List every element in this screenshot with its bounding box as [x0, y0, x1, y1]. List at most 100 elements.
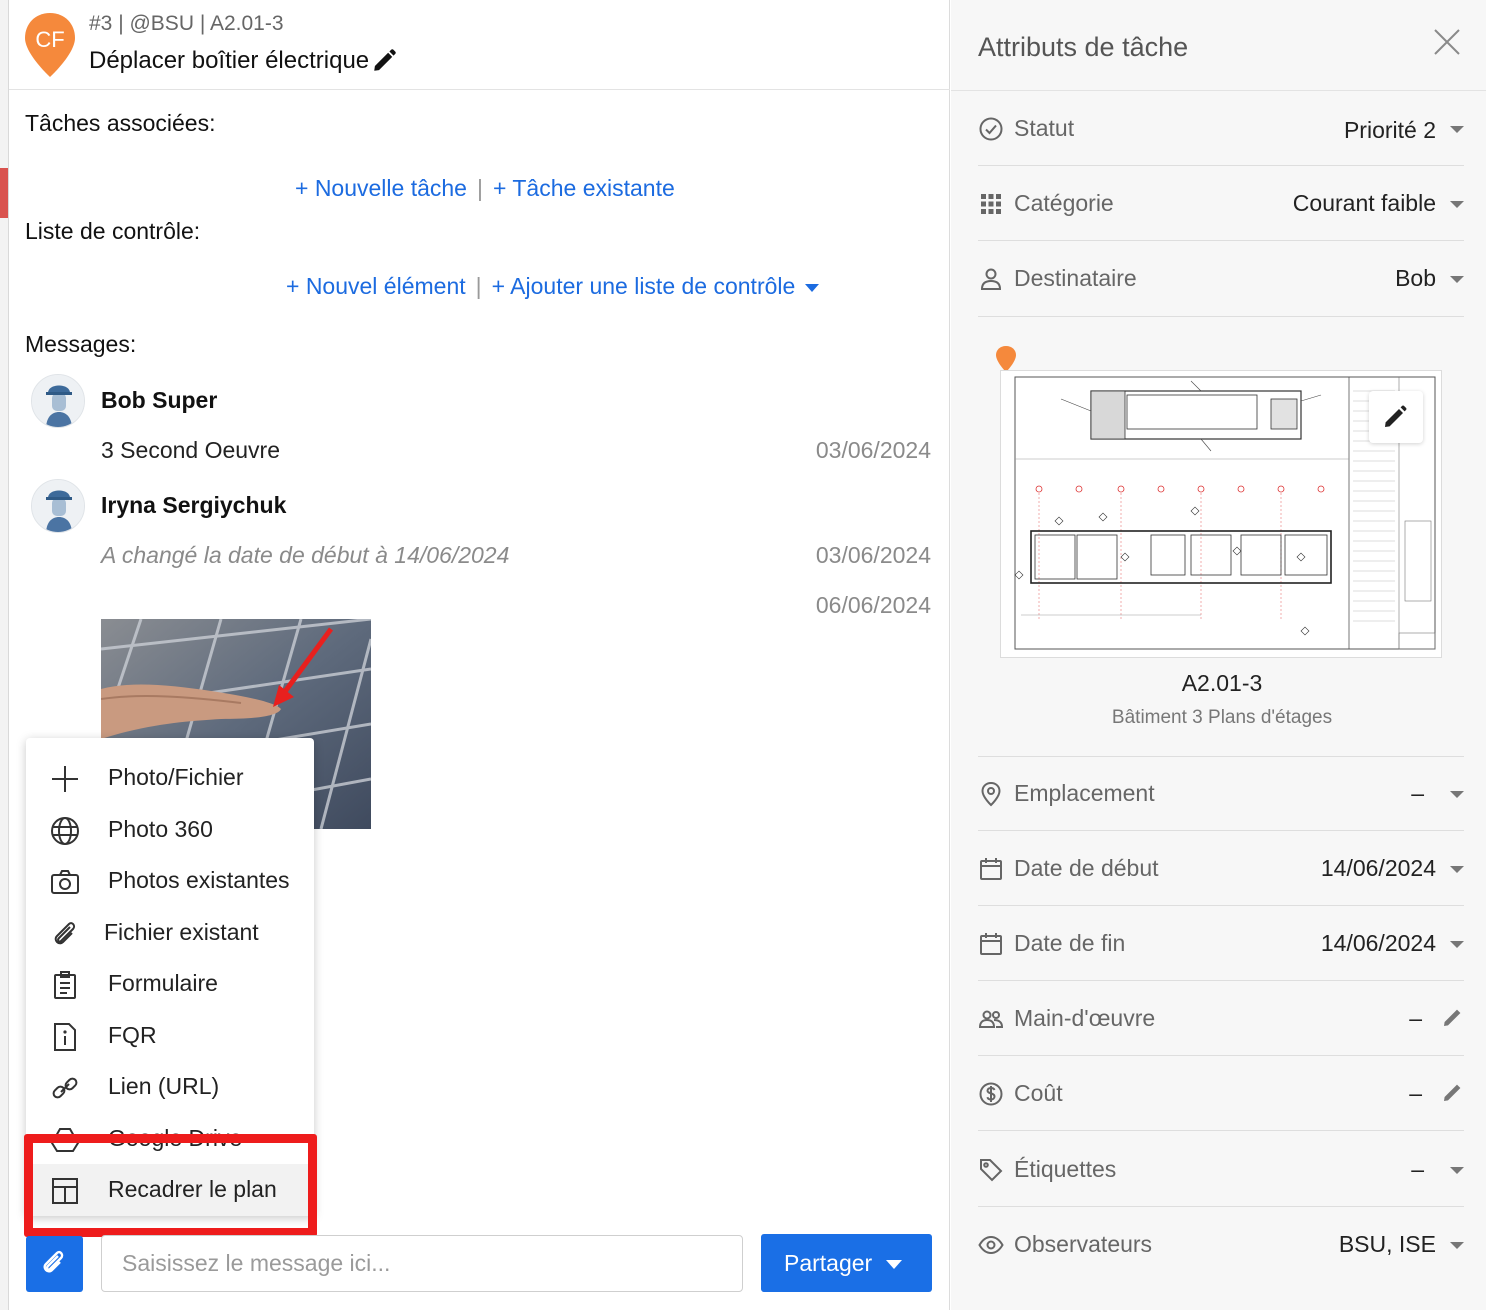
chevron-down-icon	[1450, 276, 1464, 283]
menu-item-fqr[interactable]: FQR	[26, 1010, 314, 1062]
attr-label: Destinataire	[1014, 265, 1137, 291]
paperclip-icon	[43, 1250, 64, 1273]
calendar-icon	[980, 933, 1002, 955]
menu-item-label: Photo 360	[108, 816, 213, 842]
person-icon	[980, 268, 1002, 290]
attr-value: BSU, ISE	[1338, 1231, 1436, 1257]
pencil-icon[interactable]	[1442, 1006, 1464, 1028]
link-separator: |	[476, 175, 483, 201]
chevron-down-icon	[1450, 126, 1464, 133]
worker-avatar-icon	[32, 480, 84, 532]
message-text: A changé la date de début à 14/06/2024	[101, 542, 510, 568]
menu-item-label: Lien (URL)	[108, 1073, 220, 1099]
message-date: 03/06/2024	[815, 542, 931, 568]
camera-icon	[51, 870, 79, 894]
worker-avatar-icon	[32, 375, 84, 427]
message-date: 03/06/2024	[815, 437, 931, 463]
people-icon	[978, 1010, 1004, 1028]
panel-title: Attributs de tâche	[978, 32, 1189, 62]
attr-assignee[interactable]: Destinataire Bob	[978, 242, 1464, 316]
grid-icon	[981, 194, 1001, 214]
checklist-label: Liste de contrôle:	[25, 218, 201, 244]
attr-value: Courant faible	[1292, 190, 1436, 216]
task-title[interactable]: Déplacer boîtier électrique	[89, 47, 369, 75]
menu-item-label: Fichier existant	[104, 919, 259, 945]
attr-value: Bob	[1395, 265, 1436, 291]
link-separator: |	[475, 273, 482, 299]
background-window-marker	[0, 168, 8, 218]
chevron-down-icon	[1450, 1242, 1464, 1249]
related-tasks-links: + Nouvelle tâche | + Tâche existante	[295, 175, 675, 202]
task-header: CF #3 | @BSU | A2.01-3 Déplacer boîtier …	[9, 0, 950, 90]
attr-label: Observateurs	[1014, 1231, 1153, 1257]
attr-label: Étiquettes	[1014, 1156, 1117, 1182]
background-window-edge	[0, 0, 9, 1310]
attr-label: Main-d'œuvre	[1014, 1005, 1156, 1031]
attr-value: 14/06/2024	[1320, 930, 1436, 956]
menu-item-existing-photos[interactable]: Photos existantes	[26, 855, 314, 907]
attr-value: 14/06/2024	[1320, 855, 1436, 881]
task-avatar-initials: CF	[35, 27, 64, 52]
attr-label: Date de début	[1014, 855, 1159, 881]
tag-icon	[980, 1159, 1003, 1182]
message-author: Bob Super	[101, 387, 218, 413]
attr-end-date[interactable]: Date de fin 14/06/2024	[978, 907, 1464, 981]
existing-task-link[interactable]: + Tâche existante	[493, 175, 675, 201]
chevron-down-icon[interactable]	[805, 283, 820, 292]
menu-item-form[interactable]: Formulaire	[26, 958, 314, 1010]
attr-cost[interactable]: Coût –	[978, 1057, 1464, 1131]
task-attributes-panel: Attributs de tâche Statut Priorité 2 Cat…	[951, 0, 1486, 1310]
message-date: 06/06/2024	[815, 592, 931, 618]
message-author: Iryna Sergiychuk	[101, 492, 287, 518]
chevron-down-icon	[1450, 866, 1464, 873]
divider	[978, 316, 1464, 317]
chevron-down-icon	[1450, 201, 1464, 208]
messages-label: Messages:	[25, 331, 137, 357]
attr-value: –	[1411, 1156, 1424, 1182]
attr-location[interactable]: Emplacement –	[978, 757, 1464, 831]
attr-value: –	[1409, 1005, 1422, 1031]
globe-icon	[51, 817, 79, 845]
attr-status[interactable]: Statut Priorité 2	[978, 92, 1464, 166]
share-button[interactable]: Partager	[761, 1234, 932, 1292]
chevron-down-icon	[1450, 1167, 1464, 1174]
avatar	[31, 374, 85, 428]
plan-subtitle: Bâtiment 3 Plans d'étages	[1111, 707, 1333, 728]
add-checklist-link[interactable]: + Ajouter une liste de contrôle	[492, 273, 796, 299]
close-icon[interactable]	[1431, 26, 1463, 58]
pencil-icon[interactable]	[371, 48, 397, 74]
dollar-circle-icon	[979, 1082, 1003, 1106]
menu-item-photo-file[interactable]: Photo/Fichier	[26, 752, 314, 804]
location-pin-icon	[996, 346, 1016, 372]
attr-category[interactable]: Catégorie Courant faible	[978, 167, 1464, 241]
link-icon	[52, 1077, 78, 1099]
new-task-link[interactable]: + Nouvelle tâche	[295, 175, 467, 201]
chevron-down-icon	[1450, 791, 1464, 798]
attr-tags[interactable]: Étiquettes –	[978, 1133, 1464, 1207]
attr-value: –	[1411, 780, 1424, 806]
menu-item-link[interactable]: Lien (URL)	[26, 1061, 314, 1113]
attr-start-date[interactable]: Date de début 14/06/2024	[978, 832, 1464, 906]
paperclip-icon	[54, 922, 76, 945]
attr-watchers[interactable]: Observateurs BSU, ISE	[978, 1208, 1464, 1282]
highlight-annotation	[24, 1134, 317, 1237]
pencil-icon	[1385, 405, 1407, 427]
pencil-icon[interactable]	[1442, 1081, 1464, 1103]
check-circle-icon	[979, 117, 1003, 141]
avatar	[31, 479, 85, 533]
menu-item-label: Photo/Fichier	[108, 764, 244, 790]
calendar-icon	[980, 858, 1002, 880]
task-meta: #3 | @BSU | A2.01-3	[89, 12, 284, 35]
menu-item-existing-file[interactable]: Fichier existant	[26, 907, 314, 959]
menu-item-photo-360[interactable]: Photo 360	[26, 804, 314, 856]
share-button-label: Partager	[784, 1250, 873, 1276]
checklist-links: + Nouvel élément | + Ajouter une liste de …	[286, 273, 820, 300]
attr-manpower[interactable]: Main-d'œuvre –	[978, 982, 1464, 1056]
edit-plan-button[interactable]	[1369, 391, 1423, 443]
attach-button[interactable]	[26, 1236, 83, 1292]
message-input[interactable]	[101, 1235, 743, 1292]
plus-icon	[52, 766, 78, 792]
attr-label: Date de fin	[1014, 930, 1126, 956]
task-pin-avatar: CF	[25, 13, 75, 77]
new-checklist-item-link[interactable]: + Nouvel élément	[286, 273, 466, 299]
